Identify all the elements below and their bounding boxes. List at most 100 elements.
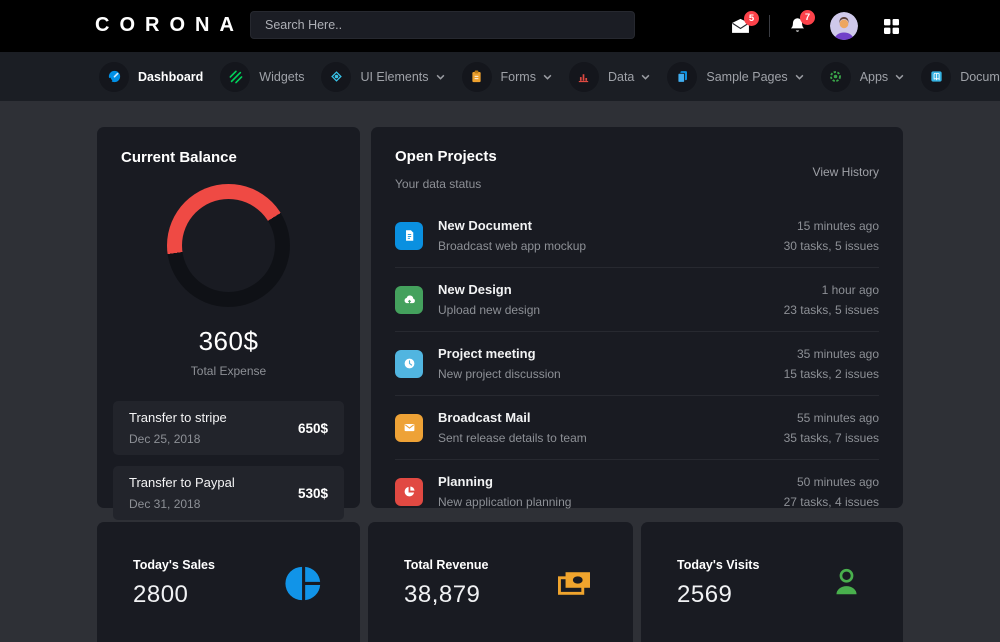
topbar-divider (769, 15, 770, 37)
book-icon (921, 62, 951, 92)
nav-label: Forms (501, 70, 536, 84)
nav-item-data[interactable]: Data (565, 62, 654, 92)
transfer-amount: 650$ (298, 421, 328, 436)
project-title: Project meeting (438, 346, 561, 361)
mail-badge: 5 (744, 11, 759, 26)
stat-label: Today's Visits (677, 558, 759, 572)
cash-icon (555, 565, 595, 642)
project-row: Broadcast Mail Sent release details to t… (395, 396, 879, 460)
project-subtitle: New project discussion (438, 367, 561, 381)
project-time: 1 hour ago (784, 283, 879, 297)
nav-label: Dashboard (138, 70, 203, 84)
grid-icon (884, 19, 899, 34)
nav-item-sample-pages[interactable]: Sample Pages (663, 62, 807, 92)
project-title: Broadcast Mail (438, 410, 587, 425)
project-meta: 15 tasks, 2 issues (784, 367, 879, 381)
pages-icon (667, 62, 697, 92)
project-row: New Document Broadcast web app mockup 15… (395, 204, 879, 268)
clock-icon (395, 350, 423, 378)
cloud-upload-icon (395, 286, 423, 314)
view-history-link[interactable]: View History (813, 165, 879, 179)
current-balance-card: Current Balance 360$ Total Expense Trans… (97, 127, 360, 508)
pie-chart-icon (395, 478, 423, 506)
projects-list: New Document Broadcast web app mockup 15… (395, 204, 879, 523)
nav-label: UI Elements (360, 70, 428, 84)
projects-card-title: Open Projects (395, 148, 497, 165)
transfer-title: Transfer to stripe (129, 410, 227, 425)
project-title: Planning (438, 474, 571, 489)
project-meta: 30 tasks, 5 issues (784, 239, 879, 253)
apps-grid-button[interactable] (884, 19, 899, 34)
brand-logo[interactable]: CORONA (95, 14, 244, 37)
nav-item-widgets[interactable]: Widgets (216, 62, 308, 92)
person-icon (828, 565, 865, 642)
nav-label: Documentation (960, 70, 1000, 84)
search-input[interactable] (250, 11, 635, 39)
transfer-amount: 530$ (298, 486, 328, 501)
project-title: New Document (438, 218, 586, 233)
transfer-date: Dec 31, 2018 (129, 497, 235, 511)
open-projects-card: Open Projects Your data status View Hist… (371, 127, 903, 508)
project-time: 50 minutes ago (784, 475, 879, 489)
total-expense-amount: 360$ (113, 326, 344, 357)
project-meta: 23 tasks, 5 issues (784, 303, 879, 317)
project-row: New Design Upload new design 1 hour ago … (395, 268, 879, 332)
total-expense-label: Total Expense (113, 364, 344, 378)
nav-label: Data (608, 70, 634, 84)
project-subtitle: Sent release details to team (438, 431, 587, 445)
balance-card-title: Current Balance (121, 149, 344, 166)
notifications-button[interactable]: 7 (789, 17, 806, 35)
topbar: CORONA 5 7 (0, 0, 1000, 52)
stat-label: Today's Sales (133, 558, 215, 572)
transfer-row: Transfer to stripe Dec 25, 2018 650$ (113, 401, 344, 455)
project-subtitle: Upload new design (438, 303, 540, 317)
mail-button[interactable]: 5 (731, 18, 750, 34)
nav-item-forms[interactable]: Forms (458, 62, 556, 92)
user-avatar[interactable] (830, 12, 858, 40)
project-time: 35 minutes ago (784, 347, 879, 361)
transfers-list: Transfer to stripe Dec 25, 2018 650$ Tra… (113, 401, 344, 520)
chevron-down-icon (436, 74, 445, 80)
nav-item-ui-elements[interactable]: UI Elements (317, 62, 448, 92)
nav-item-dashboard[interactable]: Dashboard (95, 62, 207, 92)
clipboard-icon (462, 62, 492, 92)
stat-value: 2569 (677, 581, 759, 609)
transfer-date: Dec 25, 2018 (129, 432, 227, 446)
balance-donut-chart (167, 184, 290, 307)
nav-item-apps[interactable]: Apps (817, 62, 909, 92)
bar-chart-icon (569, 62, 599, 92)
stat-label: Total Revenue (404, 558, 489, 572)
project-subtitle: New application planning (438, 495, 571, 509)
project-meta: 35 tasks, 7 issues (784, 431, 879, 445)
envelope-icon (395, 414, 423, 442)
topbar-actions: 5 7 (731, 0, 899, 52)
project-title: New Design (438, 282, 540, 297)
nav-item-documentation[interactable]: Documentation (917, 62, 1000, 92)
projects-card-subtitle: Your data status (395, 177, 497, 191)
chevron-down-icon (641, 74, 650, 80)
project-meta: 27 tasks, 4 issues (784, 495, 879, 509)
pie-chart-icon (285, 565, 322, 642)
gear-icon (821, 62, 851, 92)
nav-label: Widgets (259, 70, 304, 84)
widgets-icon (220, 62, 250, 92)
total-revenue-card: Total Revenue 38,879 (368, 522, 633, 642)
project-time: 55 minutes ago (784, 411, 879, 425)
speedometer-icon (99, 62, 129, 92)
project-row: Planning New application planning 50 min… (395, 460, 879, 523)
bell-badge: 7 (800, 10, 815, 25)
transfer-row: Transfer to Paypal Dec 31, 2018 530$ (113, 466, 344, 520)
chevron-down-icon (795, 74, 804, 80)
project-row: Project meeting New project discussion 3… (395, 332, 879, 396)
transfer-title: Transfer to Paypal (129, 475, 235, 490)
stat-value: 2800 (133, 581, 215, 609)
stat-value: 38,879 (404, 581, 489, 609)
document-icon (395, 222, 423, 250)
chevron-down-icon (543, 74, 552, 80)
todays-sales-card: Today's Sales 2800 (97, 522, 360, 642)
project-subtitle: Broadcast web app mockup (438, 239, 586, 253)
nav-label: Sample Pages (706, 70, 787, 84)
project-time: 15 minutes ago (784, 219, 879, 233)
nav-label: Apps (860, 70, 889, 84)
ui-elements-icon (321, 62, 351, 92)
